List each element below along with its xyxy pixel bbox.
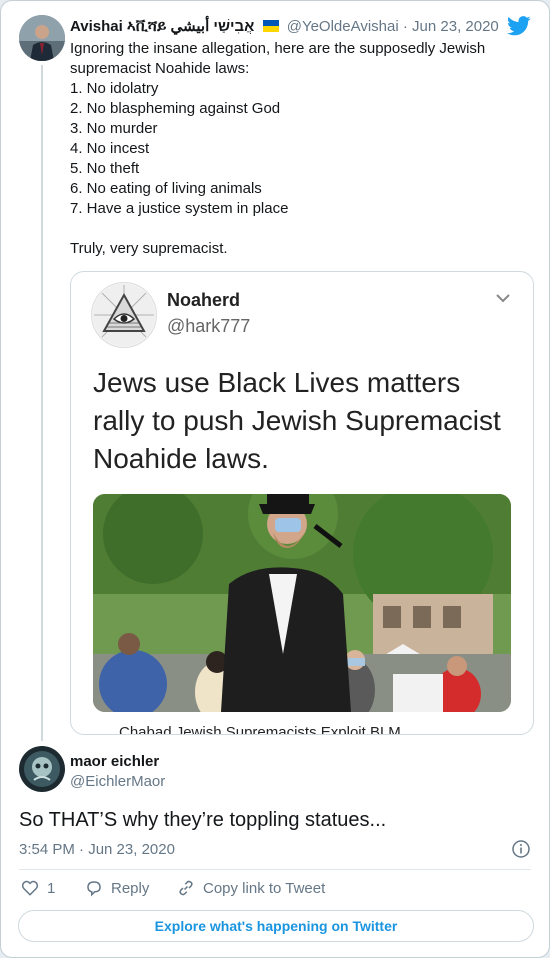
author-avatar[interactable] (19, 15, 65, 61)
reply-author-handle[interactable]: @EichlerMaor (70, 773, 165, 790)
quoted-author-name[interactable]: Noaherd (167, 290, 240, 311)
info-icon[interactable] (512, 840, 530, 858)
chevron-down-icon[interactable] (495, 290, 511, 306)
tweet-date[interactable]: · Jun 23, 2020 (403, 18, 499, 35)
reply-author-name[interactable]: maor eichler (70, 753, 159, 770)
rally-photo[interactable] (93, 494, 511, 712)
copy-link-label: Copy link to Tweet (203, 879, 326, 897)
twitter-bird-icon[interactable] (507, 15, 531, 37)
tweet-header: Avishai ኣቪሻይ אֲבִישַׁי أبيشي @YeOldeAvis… (70, 17, 499, 35)
eye-of-providence-icon (91, 282, 157, 348)
reply-bubble-icon (87, 881, 101, 897)
quoted-link-caption[interactable]: Chabad Jewish Supremacists Exploit BLM .… (119, 724, 417, 734)
reply-author-avatar[interactable] (19, 746, 65, 792)
reply-timestamp[interactable]: 3:54 PM · Jun 23, 2020 (19, 841, 175, 858)
quoted-author-handle[interactable]: @hark777 (167, 316, 250, 337)
reply-text: So THAT’S why they’re toppling statues..… (19, 809, 387, 831)
copy-link-button[interactable]: Copy link to Tweet (177, 879, 325, 897)
tweet-text: Ignoring the insane allegation, here are… (70, 40, 486, 257)
link-icon (179, 880, 193, 896)
heart-icon (21, 880, 39, 896)
ukraine-flag-icon (262, 20, 279, 32)
like-count: 1 (47, 879, 56, 897)
explore-button[interactable]: Explore what's happening on Twitter (18, 910, 534, 942)
reply-button[interactable]: Reply (85, 879, 149, 897)
quoted-headline: Jews use Black Lives matters rally to pu… (93, 367, 501, 474)
embedded-tweet-card: Avishai ኣቪሻይ אֲבִישַׁי أبيشي @YeOldeAvis… (0, 0, 550, 958)
author-name[interactable]: Avishai ኣቪሻይ אֲבִישַׁי أبيشي (70, 18, 254, 35)
reply-label: Reply (111, 879, 150, 897)
divider (19, 869, 531, 870)
thread-connector-line (41, 65, 43, 741)
author-handle[interactable]: @YeOldeAvishai (287, 18, 399, 35)
like-button[interactable]: 1 (21, 879, 55, 897)
quoted-tweet[interactable]: Noaherd @hark777 Jews use Black Lives ma… (70, 271, 534, 735)
